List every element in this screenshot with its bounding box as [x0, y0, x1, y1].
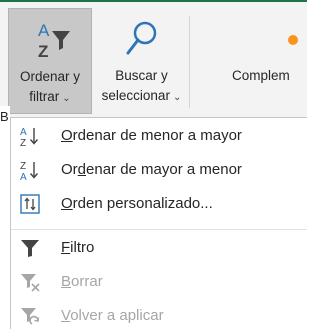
menu-item-filter[interactable]: Filtro	[11, 231, 307, 264]
chevron-down-icon: ⌄	[172, 92, 182, 103]
sort-filter-label-line1: Ordenar y	[19, 69, 81, 84]
menu-item-reapply-filter[interactable]: Volver a aplicar	[11, 299, 307, 329]
menu-item-sort-ascending[interactable]: A Z Ordenar de menor a mayor	[11, 119, 307, 152]
menu-item-clear-filter[interactable]: Borrar	[11, 265, 307, 298]
svg-text:Z: Z	[20, 161, 26, 172]
menu-item-label: Volver a aplicar	[61, 307, 164, 324]
menu-item-sort-descending[interactable]: Z A Ordenar de mayor a menor	[11, 153, 307, 186]
cell-edge-text: B	[0, 106, 10, 128]
sort-filter-icon: A Z	[9, 17, 91, 61]
find-select-label: Buscar y seleccionar ⌄	[95, 66, 188, 108]
menu-item-label: Borrar	[61, 273, 103, 290]
menu-item-label: Orden personalizado...	[61, 195, 213, 212]
menu-item-label: Ordenar de menor a mayor	[61, 127, 242, 144]
menu-item-label: Filtro	[61, 239, 95, 256]
menu-item-custom-sort[interactable]: Orden personalizado...	[11, 187, 307, 220]
svg-text:A: A	[20, 172, 27, 181]
find-select-label-line2: seleccionar	[101, 88, 170, 103]
find-select-button[interactable]: Buscar y seleccionar ⌄	[95, 8, 188, 114]
sort-descending-icon: Z A	[19, 159, 41, 181]
sort-filter-label: Ordenar y filtrar ⌄	[9, 67, 91, 109]
reapply-filter-icon	[19, 305, 41, 327]
menu-item-label: Ordenar de mayor a menor	[61, 161, 242, 178]
svg-text:A: A	[20, 127, 27, 138]
complements-label: Complem	[232, 68, 290, 83]
addins-icon	[288, 35, 298, 45]
complements-button[interactable]: Complem	[230, 8, 320, 114]
menu-separator	[11, 229, 307, 230]
ribbon: A Z Ordenar y filtrar ⌄ Buscar y seleccio…	[0, 0, 307, 117]
svg-text:A: A	[38, 21, 50, 40]
magnifier-icon	[95, 16, 188, 60]
ribbon-group-divider	[189, 16, 190, 108]
sort-filter-button[interactable]: A Z Ordenar y filtrar ⌄	[8, 8, 92, 114]
svg-text:Z: Z	[38, 42, 48, 61]
sort-ascending-icon: A Z	[19, 125, 41, 147]
find-select-label-line1: Buscar y	[115, 68, 168, 83]
svg-text:Z: Z	[20, 138, 26, 147]
ribbon-accent-line	[0, 0, 307, 2]
custom-sort-icon	[19, 193, 41, 215]
chevron-down-icon: ⌄	[62, 93, 71, 104]
filter-icon	[19, 237, 41, 259]
sort-filter-dropdown-menu: A Z Ordenar de menor a mayor Z A Ordenar…	[10, 117, 307, 329]
sort-filter-label-line2: filtrar	[29, 89, 60, 104]
clear-filter-icon	[19, 271, 41, 293]
